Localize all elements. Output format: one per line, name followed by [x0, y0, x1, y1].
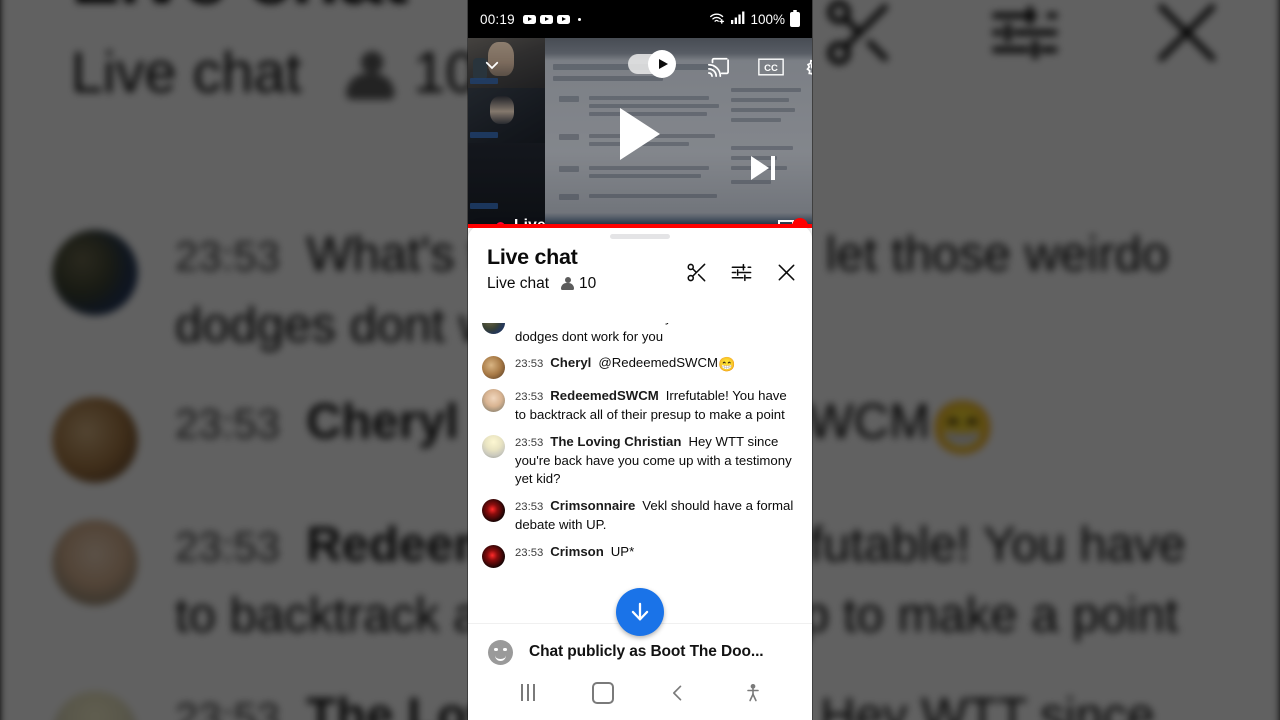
message-body: 23:53 RedeemedSWCM Irrefutable! You have t… [515, 387, 798, 424]
chat-message-list[interactable]: 23:53 What's the takeaway? let those weir… [468, 323, 812, 621]
progress-scrubber[interactable] [792, 218, 808, 228]
grin-emoji: 😁 [717, 356, 736, 373]
signal-bars-icon [731, 11, 745, 27]
video-player[interactable]: CC Live [468, 38, 812, 228]
phone-screen: 00:19 100% CC Live Live chat Live chat 1… [468, 0, 812, 720]
video-progress-bar[interactable] [468, 218, 812, 228]
close-icon[interactable] [775, 261, 798, 284]
back-icon[interactable] [657, 672, 699, 714]
message-text: @RedeemedSWCM [598, 355, 718, 371]
viewer-count-group: 10 [561, 275, 596, 293]
message-body: 23:53 Cheryl @RedeemedSWCM😁 [515, 354, 798, 375]
recents-icon[interactable] [507, 672, 549, 714]
accessibility-icon[interactable] [732, 672, 774, 714]
message-timestamp: 23:53 [515, 546, 544, 559]
message-author[interactable]: The Loving Christian [550, 434, 681, 449]
clip-scissors-icon[interactable] [685, 261, 708, 284]
svg-text:CC: CC [764, 63, 778, 74]
chat-mode-label[interactable]: Live chat [487, 275, 549, 293]
status-app-icons [522, 14, 581, 24]
avatar[interactable] [482, 434, 505, 458]
message-text: What's the takeaway? [550, 323, 679, 325]
message-text-continued: weirdo dodges dont work for you [515, 323, 775, 344]
message-author[interactable]: Crimsonnaire [550, 498, 635, 513]
notification-dot-icon [577, 17, 581, 21]
play-icon[interactable] [620, 108, 660, 160]
list-item[interactable]: 23:53 The Loving Christian Hey WTT since y… [468, 429, 812, 493]
message-author[interactable]: Cheryl [550, 355, 591, 370]
list-item[interactable]: 23:53 Cheryl @RedeemedSWCM😁 [468, 350, 812, 383]
youtube-icon [539, 14, 553, 24]
next-track-icon[interactable] [751, 156, 775, 180]
message-body: 23:53 Crimson UP* [515, 543, 798, 562]
battery-icon [790, 9, 800, 27]
message-author[interactable]: RedeemedSWCM [550, 388, 658, 403]
message-timestamp: 23:53 [515, 323, 543, 325]
avatar[interactable] [482, 544, 505, 568]
android-nav-bar [468, 665, 812, 720]
status-right-group: 100% [709, 9, 800, 28]
message-text: UP* [610, 543, 635, 559]
message-body: 23:53 What's the takeaway? let those weir… [515, 323, 798, 346]
closed-captions-icon[interactable]: CC [758, 58, 784, 76]
message-timestamp: 23:53 [515, 436, 544, 449]
avatar[interactable] [482, 323, 505, 334]
avatar[interactable] [482, 356, 505, 380]
avatar[interactable] [482, 389, 505, 413]
chat-input-placeholder[interactable]: Chat publicly as Boot The Doo... [529, 643, 764, 661]
wifi-icon [709, 11, 726, 28]
scroll-to-bottom-button[interactable] [616, 588, 664, 636]
status-clock: 00:19 [480, 11, 515, 27]
chevron-down-icon[interactable] [483, 56, 501, 74]
viewer-count: 10 [579, 274, 597, 292]
list-item[interactable]: 23:53 What's the takeaway? let those weir… [468, 323, 812, 350]
message-timestamp: 23:53 [515, 391, 544, 404]
live-chat-sheet: Live chat Live chat 10 dodges dont work … [468, 225, 812, 720]
home-icon[interactable] [582, 672, 624, 714]
chat-settings-sliders-icon[interactable] [730, 261, 753, 284]
message-timestamp: 23:53 [515, 358, 544, 371]
avatar[interactable] [482, 499, 505, 523]
youtube-icon [522, 14, 536, 24]
emoji-smiley-icon[interactable] [488, 639, 513, 665]
youtube-icon [556, 14, 570, 24]
message-text-overflow: let those [683, 323, 733, 325]
autoplay-toggle[interactable] [628, 50, 676, 78]
list-item[interactable]: 23:53 Crimson UP* [468, 539, 812, 572]
cast-icon[interactable] [706, 56, 730, 78]
list-item[interactable]: 23:53 Crimsonnaire Vekl should have a form… [468, 493, 812, 538]
battery-percent: 100% [750, 11, 785, 27]
chat-header-actions [685, 261, 798, 284]
chat-header: Live chat Live chat 10 [468, 239, 812, 301]
message-author[interactable]: Crimson [550, 544, 604, 559]
gear-icon[interactable] [803, 54, 812, 78]
message-timestamp: 23:53 [515, 501, 544, 514]
message-body: 23:53 Crimsonnaire Vekl should have a form… [515, 497, 798, 534]
message-body: 23:53 The Loving Christian Hey WTT since y… [515, 433, 798, 489]
person-icon [561, 276, 575, 291]
list-item[interactable]: 23:53 RedeemedSWCM Irrefutable! You have t… [468, 383, 812, 428]
status-bar: 00:19 100% [468, 0, 812, 38]
